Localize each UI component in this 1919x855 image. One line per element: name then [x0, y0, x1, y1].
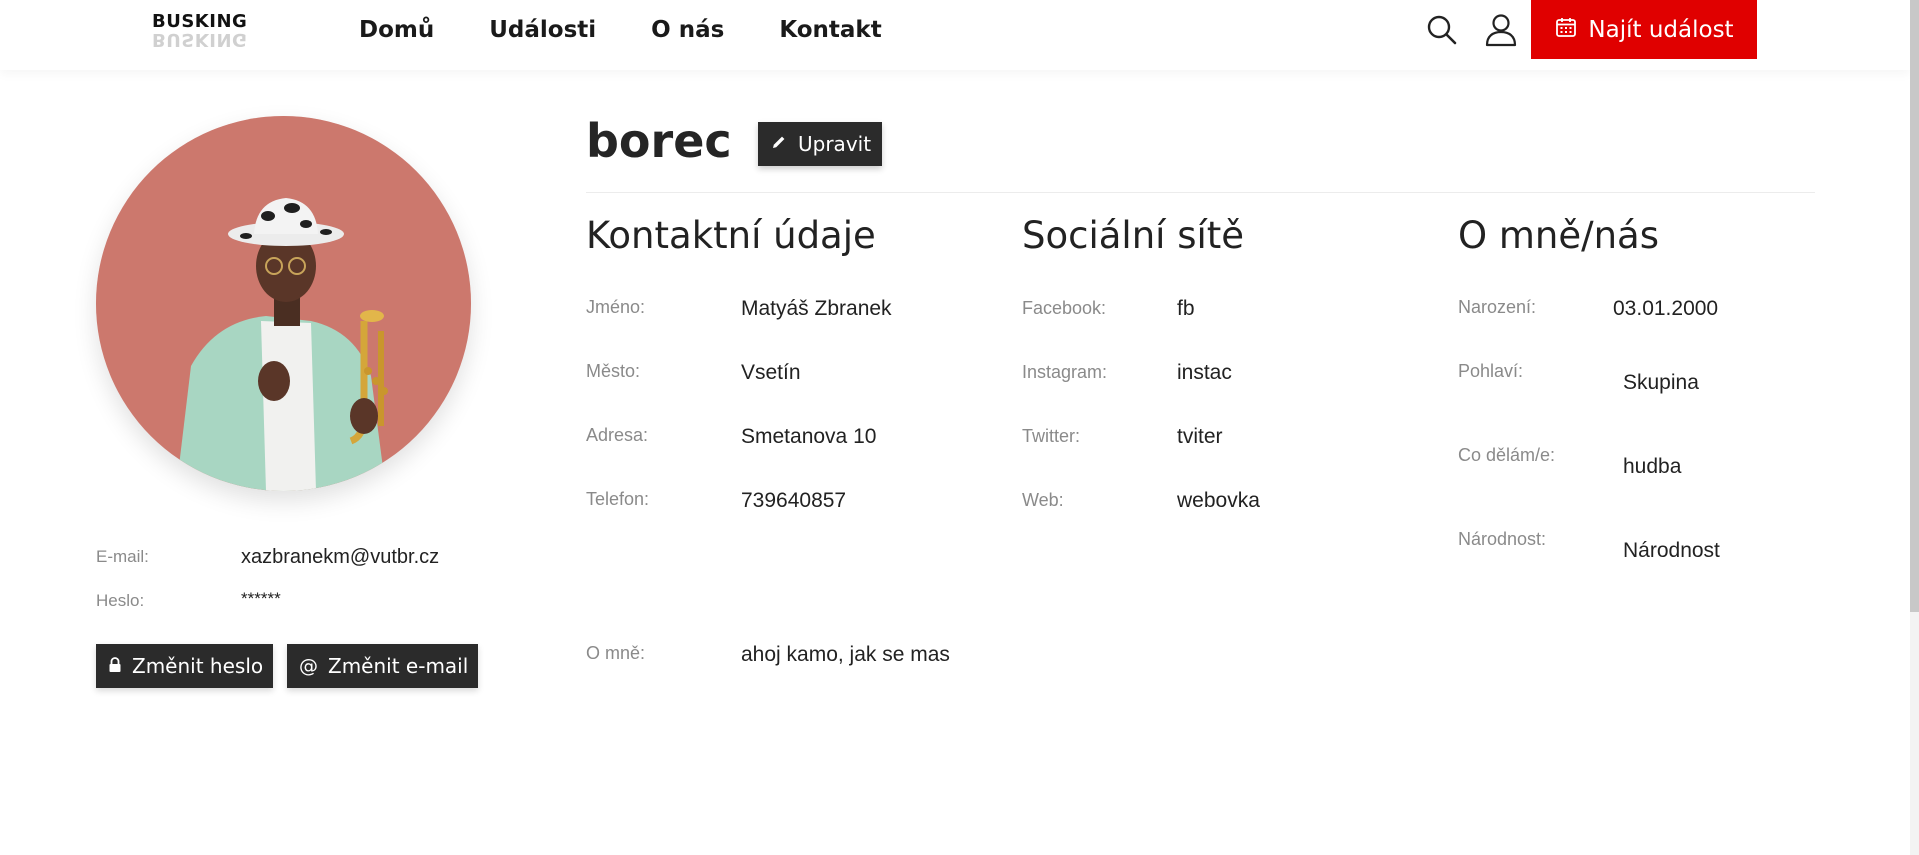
find-event-label: Najít událost: [1588, 16, 1734, 43]
header-divider: [586, 192, 1815, 193]
logo-reflection: BUSKING: [152, 29, 248, 50]
about-label-birth: Narození:: [1458, 297, 1537, 317]
profile-avatar: [96, 116, 471, 491]
site-header: BUSKING BUSKING Domů Události O nás Kont…: [0, 0, 1910, 70]
contact-value-phone: 739640857: [741, 489, 847, 512]
pencil-icon: [770, 132, 788, 156]
contact-section-title: Kontaktní údaje: [586, 214, 876, 257]
about-value-occupation: hudba: [1623, 455, 1682, 478]
edit-profile-button[interactable]: Upravit: [758, 122, 883, 166]
social-label-instagram: Instagram:: [1022, 362, 1108, 382]
search-icon[interactable]: [1424, 12, 1460, 48]
change-password-button[interactable]: Změnit heslo: [96, 644, 274, 688]
edit-profile-label: Upravit: [798, 132, 872, 156]
about-value-birth: 03.01.2000: [1613, 297, 1719, 320]
about-value-gender: Skupina: [1623, 371, 1699, 394]
nav-link-about[interactable]: O nás: [651, 14, 724, 46]
about-label-nationality: Národnost:: [1458, 529, 1547, 549]
scrollbar-thumb[interactable]: [1910, 0, 1919, 612]
contact-label-address: Adresa:: [586, 425, 649, 445]
social-label-web: Web:: [1022, 490, 1064, 510]
calendar-icon: [1554, 15, 1578, 45]
change-password-label: Změnit heslo: [132, 654, 264, 678]
social-value-instagram: instac: [1177, 361, 1232, 384]
contact-label-phone: Telefon:: [586, 489, 650, 509]
contact-value-name: Matyáš Zbranek: [741, 297, 892, 320]
contact-label-name: Jméno:: [586, 297, 646, 317]
page-scrollbar[interactable]: [1910, 0, 1919, 855]
main-nav: Domů Události O nás Kontakt: [359, 14, 937, 46]
email-label: E-mail:: [96, 547, 149, 566]
social-value-facebook: fb: [1177, 297, 1195, 320]
social-label-facebook: Facebook:: [1022, 298, 1107, 318]
nav-link-home[interactable]: Domů: [359, 14, 434, 46]
social-label-twitter: Twitter:: [1022, 426, 1081, 446]
password-label: Heslo:: [96, 591, 145, 610]
social-section-title: Sociální sítě: [1022, 214, 1245, 257]
at-sign-icon: @: [299, 655, 318, 677]
contact-value-city: Vsetín: [741, 361, 801, 384]
user-icon[interactable]: [1483, 12, 1519, 48]
about-me-label: O mně:: [586, 643, 646, 663]
change-email-button[interactable]: @ Změnit e-mail: [287, 644, 479, 688]
about-label-occupation: Co dělám/e:: [1458, 445, 1556, 465]
social-value-web: webovka: [1177, 489, 1260, 512]
password-value: ******: [241, 589, 281, 608]
about-me-value: ahoj kamo, jak se mas: [741, 643, 950, 666]
lock-icon: [108, 654, 122, 678]
contact-value-address: Smetanova 10: [741, 425, 877, 448]
social-value-twitter: tviter: [1177, 425, 1223, 448]
find-event-button[interactable]: Najít událost: [1531, 0, 1757, 59]
change-email-label: Změnit e-mail: [328, 654, 469, 678]
profile-username: borec: [586, 114, 732, 168]
about-section-title: O mně/nás: [1458, 214, 1660, 257]
nav-link-contact[interactable]: Kontakt: [779, 14, 881, 46]
contact-label-city: Město:: [586, 361, 641, 381]
about-label-gender: Pohlaví:: [1458, 361, 1524, 381]
email-value: xazbranekm@vutbr.cz: [241, 546, 440, 568]
logo[interactable]: BUSKING BUSKING: [152, 12, 252, 51]
about-value-nationality: Národnost: [1623, 539, 1720, 562]
nav-link-events[interactable]: Události: [489, 14, 596, 46]
